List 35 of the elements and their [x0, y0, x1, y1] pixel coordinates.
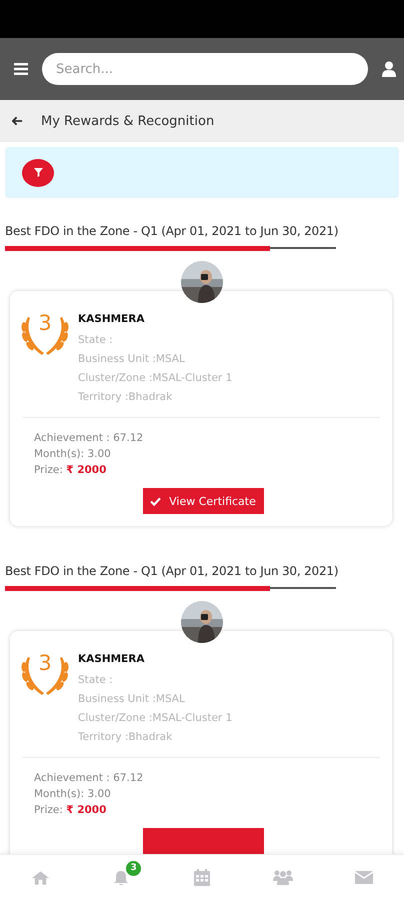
rank-number: 3	[37, 311, 53, 335]
prize-text: Prize: ₹ 2000	[34, 463, 108, 478]
people-icon[interactable]	[272, 870, 293, 885]
achievement-text: Achievement : 67.12	[34, 771, 144, 786]
award-title: Best FDO in the Zone - Q1 (Apr 01, 2021 to Jun 30, 2021)	[4, 224, 340, 238]
award-title: Best FDO in the Zone - Q1 (Apr 01, 2021 to Jun 30, 2021)	[4, 564, 340, 578]
prize-text: Prize: ₹ 2000	[34, 803, 108, 818]
check-icon	[150, 496, 162, 506]
detail-text: Business Unit :MSAL	[78, 692, 186, 707]
notification-badge: 3	[126, 860, 142, 876]
user-icon[interactable]	[382, 61, 396, 77]
menu-icon[interactable]	[14, 63, 28, 75]
detail-text: Territory :Bhadrak	[78, 730, 174, 745]
detail-text: Territory :Bhadrak	[78, 390, 174, 405]
detail-text: Cluster/Zone :MSAL-Cluster 1	[78, 711, 232, 726]
page-title: My Rewards & Recognition	[41, 114, 214, 128]
rank-number: 3	[37, 651, 53, 675]
months-text: Month(s): 3.00	[34, 787, 112, 802]
filter-icon	[34, 168, 42, 177]
mail-icon[interactable]	[354, 871, 373, 884]
detail-text: Business Unit :MSAL	[78, 352, 186, 367]
bell-icon[interactable]	[113, 870, 130, 886]
back-icon[interactable]	[12, 116, 23, 126]
achievement-text: Achievement : 67.12	[34, 431, 144, 446]
winner-name: KASHMERA	[78, 653, 146, 665]
view-certificate-button[interactable]: View Certificate	[142, 488, 264, 514]
detail-text: State :	[78, 673, 114, 688]
months-text: Month(s): 3.00	[34, 447, 112, 462]
detail-text: Cluster/Zone :MSAL-Cluster 1	[78, 371, 232, 386]
detail-text: State :	[78, 333, 114, 348]
winner-name: KASHMERA	[78, 313, 146, 325]
calendar-icon[interactable]	[194, 869, 210, 886]
search-field[interactable]: Search...	[42, 53, 368, 85]
home-icon[interactable]	[32, 870, 49, 884]
filter-button[interactable]	[22, 158, 54, 186]
